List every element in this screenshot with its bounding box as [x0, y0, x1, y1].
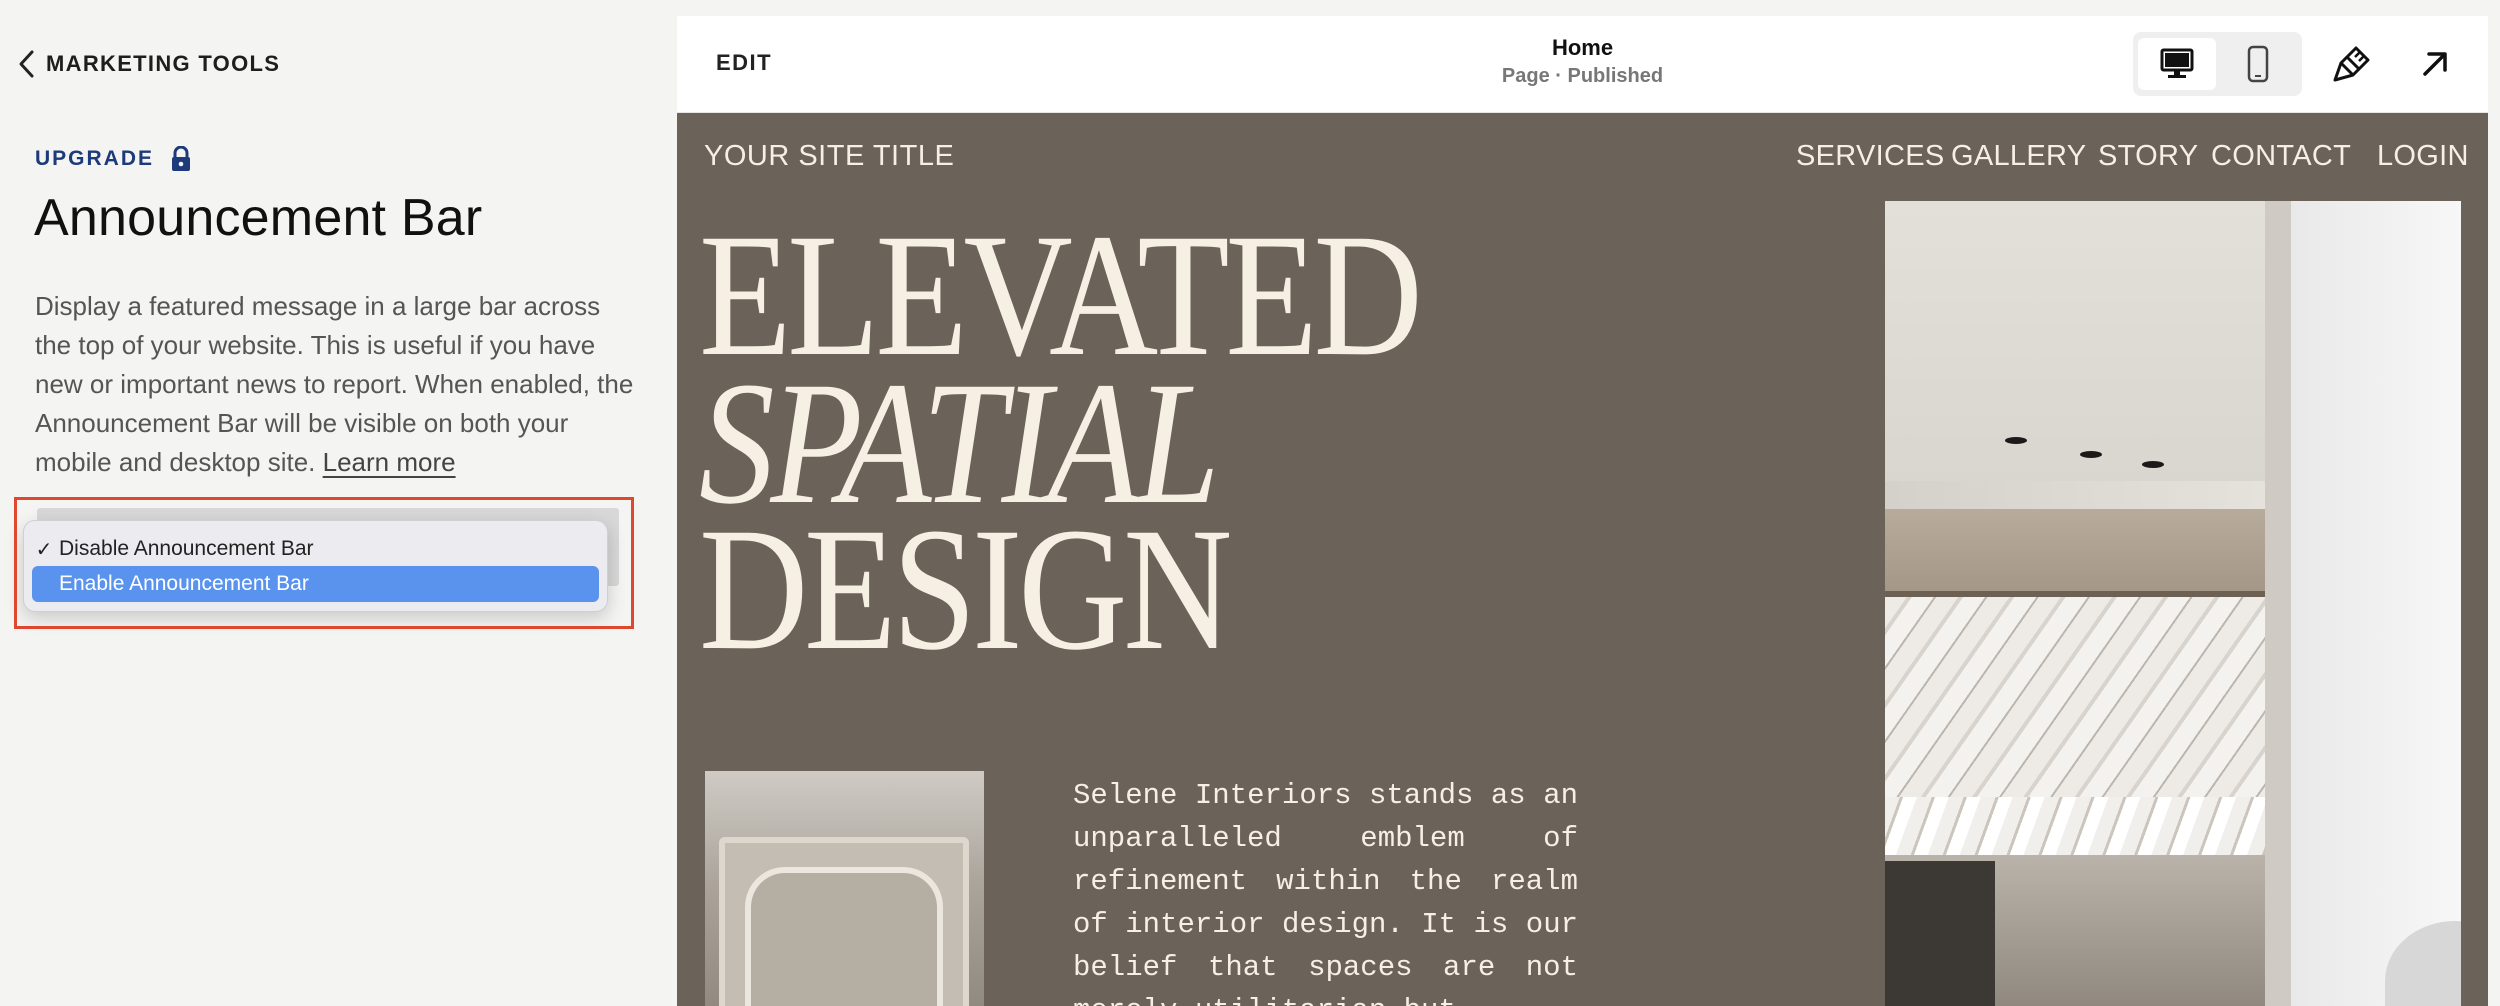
device-toggle: [2133, 32, 2302, 96]
site-preview: EDIT Home Page · Published YOUR SITE TIT…: [677, 16, 2488, 1006]
learn-more-link[interactable]: Learn more: [323, 447, 456, 477]
marketing-sidebar: MARKETING TOOLS UPGRADE Announcement Bar…: [0, 0, 676, 1006]
upgrade-link[interactable]: UPGRADE: [35, 146, 192, 172]
site-title[interactable]: YOUR SITE TITLE: [704, 140, 954, 173]
upgrade-label: UPGRADE: [35, 147, 155, 170]
editor-toolbar: EDIT Home Page · Published: [677, 16, 2488, 113]
panel-description: Display a featured message in a large ba…: [35, 287, 635, 482]
panel-title: Announcement Bar: [34, 189, 483, 247]
kitchen-photo: [1885, 201, 2461, 1006]
open-external-icon: [2423, 52, 2447, 76]
back-label: MARKETING TOOLS: [46, 51, 281, 76]
edit-button[interactable]: EDIT: [716, 50, 772, 76]
desktop-icon: [2160, 48, 2194, 78]
nav-contact[interactable]: CONTACT: [2211, 140, 2351, 173]
nav-story[interactable]: STORY: [2098, 140, 2198, 173]
mobile-icon: [2247, 45, 2269, 83]
nav-gallery[interactable]: GALLERY: [1951, 140, 2086, 173]
mobile-view-button[interactable]: [2219, 38, 2297, 90]
nav-login[interactable]: LOGIN: [2377, 140, 2469, 173]
hero-line-3: DESIGN: [699, 492, 1232, 687]
chevron-left-icon: [19, 50, 34, 78]
nav-services[interactable]: SERVICES: [1796, 140, 1945, 173]
website-canvas: YOUR SITE TITLE SERVICES GALLERY STORY C…: [677, 112, 2488, 1006]
desktop-view-button[interactable]: [2138, 38, 2216, 90]
back-button[interactable]: MARKETING TOOLS: [16, 48, 280, 80]
doorway-image: [705, 771, 984, 1006]
open-site-button[interactable]: [2413, 42, 2457, 86]
site-styles-button[interactable]: [2330, 42, 2374, 86]
lock-icon: [172, 146, 191, 171]
paintbrush-icon: [2333, 46, 2370, 82]
annotation-highlight-box: [14, 497, 634, 629]
intro-paragraph: Selene Interiors stands as an unparallel…: [1073, 779, 1578, 1006]
